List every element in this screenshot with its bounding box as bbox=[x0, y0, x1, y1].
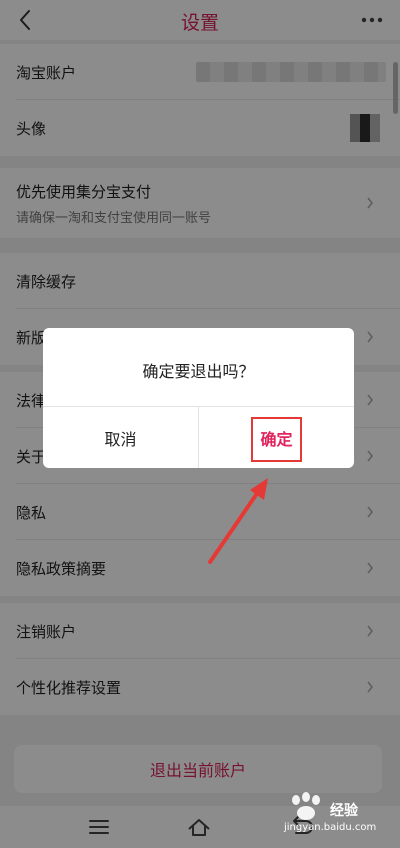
annotation-highlight-box bbox=[251, 417, 302, 462]
cancel-button[interactable]: 取消 bbox=[43, 407, 198, 468]
baidu-paw-logo-icon bbox=[292, 792, 320, 820]
baidu-jingyan-watermark: 经验 jingyan.baidu.com bbox=[284, 790, 394, 840]
annotation-arrow-icon bbox=[208, 478, 268, 564]
watermark-text: 经验 bbox=[330, 803, 358, 819]
dialog-message: 确定要退出吗？ bbox=[142, 362, 255, 381]
logout-confirm-dialog: 确定要退出吗？ 取消 确定 bbox=[43, 328, 354, 468]
watermark-url: jingyan.baidu.com bbox=[284, 822, 377, 833]
